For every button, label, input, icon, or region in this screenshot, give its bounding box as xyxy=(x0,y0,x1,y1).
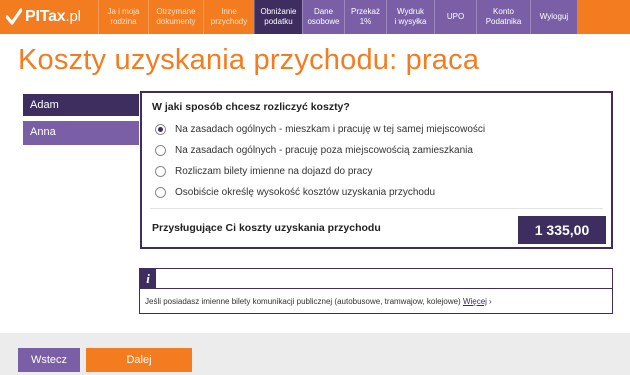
option-tickets[interactable]: Rozliczam bilety imienne na dojazd do pr… xyxy=(155,166,372,177)
divider xyxy=(150,208,603,209)
question-label: W jaki sposób chcesz rozliczyć koszty? xyxy=(152,101,350,113)
nav-personal-data[interactable]: Dane osobowe xyxy=(302,0,344,34)
cost-label: Przysługujące Ci koszty uzyskania przych… xyxy=(152,222,381,234)
option-other-city[interactable]: Na zasadach ogólnych - pracuję poza miej… xyxy=(155,145,473,156)
next-button[interactable]: Dalej xyxy=(86,348,192,372)
radio-button[interactable] xyxy=(155,187,166,198)
logo-text: PITax.pl xyxy=(25,8,81,25)
option-label: Na zasadach ogólnych - pracuję poza miej… xyxy=(175,145,473,156)
option-label: Na zasadach ogólnych - mieszkam i pracuj… xyxy=(175,124,486,135)
radio-selected-dot xyxy=(158,127,163,132)
option-label: Osobiście określę wysokość kosztów uzysk… xyxy=(175,187,436,198)
nav-family[interactable]: Ja i moja rodzina xyxy=(98,0,148,34)
nav-upo[interactable]: UPO xyxy=(434,0,476,34)
nav-taxpayer-account[interactable]: Konto Podatnika xyxy=(476,0,530,34)
info-message: Jeśli posiadasz imienne bilety komunikac… xyxy=(145,297,461,306)
nav-print-send[interactable]: Wydruk i wysyłka xyxy=(386,0,434,34)
nav-other-income[interactable]: Inne przychody xyxy=(203,0,254,34)
radio-button[interactable] xyxy=(155,124,166,135)
info-icon: i xyxy=(140,269,156,288)
info-text: Jeśli posiadasz imienne bilety komunikac… xyxy=(145,297,492,306)
option-label: Rozliczam bilety imienne na dojazd do pr… xyxy=(175,166,373,177)
person-tab-adam[interactable]: Adam xyxy=(23,94,139,116)
chevron-right-icon: › xyxy=(488,297,492,306)
info-box: i Jeśli posiadasz imienne bilety komunik… xyxy=(139,268,613,314)
radio-button[interactable] xyxy=(155,166,166,177)
bottom-bar: Wstecz Dalej xyxy=(0,333,630,375)
more-link[interactable]: Więcej xyxy=(463,297,487,306)
nav-tax-reduction[interactable]: Obniżanie podatku xyxy=(254,0,302,34)
cost-value: 1 335,00 xyxy=(518,216,606,244)
option-custom[interactable]: Osobiście określę wysokość kosztów uzysk… xyxy=(155,187,435,198)
top-navigation: PITax.pl Ja i moja rodzina Otrzymane dokume… xyxy=(0,0,630,34)
back-button[interactable]: Wstecz xyxy=(18,348,80,372)
pitax-logo[interactable]: PITax.pl xyxy=(0,0,98,34)
nav-logout[interactable]: Wyloguj xyxy=(530,0,577,34)
info-divider xyxy=(140,288,612,289)
cost-method-panel: W jaki sposób chcesz rozliczyć koszty? N… xyxy=(140,91,613,249)
nav-1-percent[interactable]: Przekaż 1% xyxy=(344,0,386,34)
checkmark-logo-icon xyxy=(6,8,22,25)
radio-button[interactable] xyxy=(155,145,166,156)
nav-items: Ja i moja rodzina Otrzymane dokumenty Inne pr… xyxy=(98,0,630,34)
nav-documents[interactable]: Otrzymane dokumenty xyxy=(148,0,203,34)
option-same-city[interactable]: Na zasadach ogólnych - mieszkam i pracuj… xyxy=(155,124,485,135)
person-tab-anna[interactable]: Anna xyxy=(23,121,139,145)
page-title: Koszty uzyskania przychodu: praca xyxy=(18,44,480,76)
